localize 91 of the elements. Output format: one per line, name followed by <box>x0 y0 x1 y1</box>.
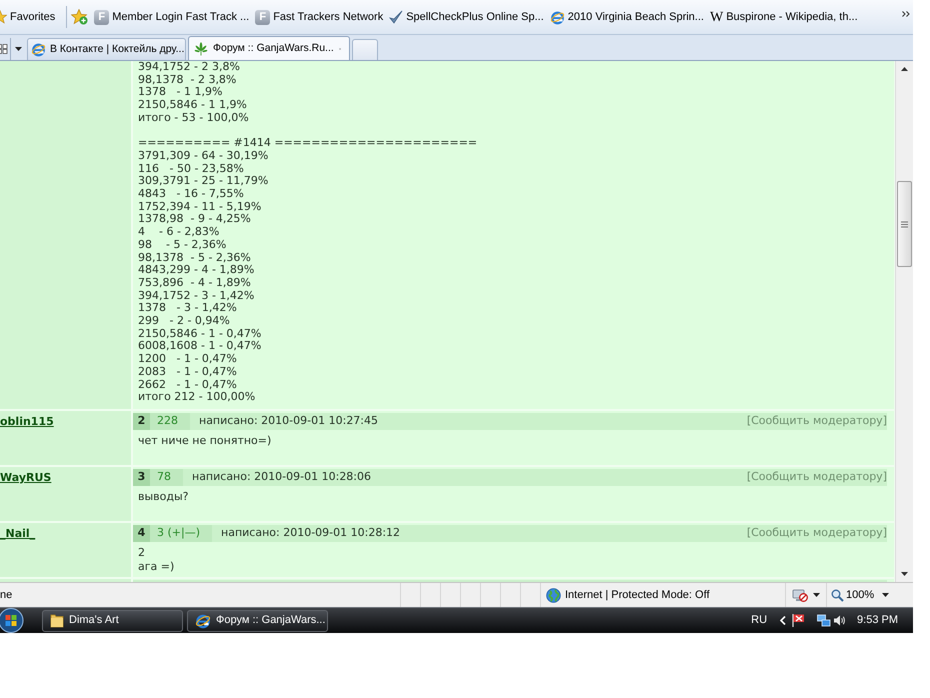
tally-line: 6008,1608 - 1 - 0,47% <box>138 340 262 354</box>
browser-icon <box>31 42 46 57</box>
author-link[interactable]: oblin115 <box>0 415 54 428</box>
popup-blocker-button[interactable] <box>792 587 808 603</box>
tally-line: 98 - 5 - 2,36% <box>138 238 226 252</box>
grip-icon <box>901 220 908 228</box>
post-rating: 78 <box>150 469 183 486</box>
author-link[interactable]: WayRUS <box>0 471 52 484</box>
browser-icon <box>550 10 565 24</box>
letter-tile-icon: F <box>255 10 270 24</box>
post-text: выводы? <box>138 490 189 504</box>
tally-line: 4843,299 - 4 - 1,89% <box>138 264 254 277</box>
star-plus-icon <box>71 9 88 25</box>
tally-line: 299 - 2 - 0,94% <box>138 315 230 328</box>
tally-line: 116 - 50 - 23,58% <box>138 162 244 176</box>
tally-line: 98,1378 - 5 - 2,36% <box>138 252 251 264</box>
post-date: написано: 2010-09-01 10:28:12 <box>221 525 400 542</box>
zone-text: Internet | Protected Mode: Off <box>565 588 710 603</box>
blocked-screen-icon <box>792 587 808 603</box>
zoom-button[interactable]: 100% <box>831 586 874 604</box>
tally-line: 2150,5846 - 1 1,9% <box>138 99 247 112</box>
checkmark-icon <box>389 10 404 24</box>
leaf-icon <box>194 42 208 56</box>
tally-line: 1200 - 1 - 0,47% <box>138 353 237 366</box>
zoom-menu-button[interactable] <box>882 593 890 597</box>
letter-tile-icon: F <box>94 10 110 24</box>
tally-line: 1378 - 3 - 1,42% <box>138 302 237 316</box>
popup-menu-button[interactable] <box>813 593 820 597</box>
post-text: чет ниче не понятно=) <box>138 434 272 448</box>
post-number: 4 <box>133 525 150 542</box>
chevron-left-icon <box>780 616 786 625</box>
tally-line: 394,1752 - 2 3,8% <box>138 61 240 74</box>
post-number: 2 <box>133 413 150 430</box>
browser-tab[interactable]: В Контакте | Коктейль дру... <box>27 38 186 60</box>
post-text: ага =) <box>138 560 174 574</box>
flag-icon[interactable] <box>791 613 806 628</box>
post-rating: 3 (+|—) <box>150 525 212 542</box>
triangle-down-icon <box>901 572 908 576</box>
taskbar-button[interactable]: Форум :: GanjaWars... <box>187 610 328 632</box>
start-orb-icon <box>0 608 26 633</box>
network-icon[interactable] <box>817 614 832 628</box>
post-text: 2 <box>138 546 145 560</box>
tally-line: 1378 - 1 1,9% <box>138 86 222 100</box>
grid-icon <box>0 44 8 54</box>
browser-tab[interactable]: Форум :: GanjaWars.Ru... <box>188 36 350 60</box>
tally-line: 2662 - 1 - 0,47% <box>138 378 237 392</box>
post-number: 3 <box>133 469 150 486</box>
author-link[interactable]: _Nail_ <box>0 527 36 540</box>
show-hidden-icons-button[interactable] <box>780 616 786 625</box>
tally-line: 2150,5846 - 1 - 0,47% <box>138 328 262 340</box>
favorite-link[interactable]: 2010 Virginia Beach Sprin... <box>550 6 704 28</box>
clock-text[interactable]: 9:53 PM <box>857 612 898 629</box>
triangle-up-icon <box>901 67 908 71</box>
tally-line: 3791,309 - 64 - 30,19% <box>138 150 268 163</box>
favorite-link[interactable]: SpellCheckPlus Online Sp... <box>389 6 544 28</box>
tally-line: итого - 53 - 100,0% <box>138 112 249 125</box>
browser-icon <box>195 612 211 628</box>
taskbar-button[interactable]: Dima's Art <box>42 610 183 632</box>
favorite-link[interactable]: F Member Login Fast Track ... <box>94 6 250 28</box>
tally-line: 309,3791 - 25 - 11,79% <box>138 175 268 188</box>
more-favorites-button[interactable] <box>902 10 910 18</box>
tally-line: 98,1378 - 2 3,8% <box>138 74 236 86</box>
caret-icon <box>882 593 890 597</box>
tally-line: 1752,394 - 11 - 5,19% <box>138 200 262 214</box>
caret-icon <box>813 593 820 597</box>
favorite-link[interactable]: W Buspirone - Wikipedia, th... <box>710 6 858 28</box>
zoom-icon <box>831 588 844 602</box>
speaker-icon[interactable] <box>833 614 846 627</box>
post-date: написано: 2010-09-01 10:27:45 <box>199 413 378 430</box>
tally-line: ========== #1414 ====================== <box>138 137 478 150</box>
tally-line: 4 - 6 - 2,83% <box>138 226 220 239</box>
tally-line: 2083 - 1 - 0,47% <box>138 366 237 379</box>
chevrons-icon <box>902 11 910 17</box>
status-text: ne <box>0 588 14 603</box>
tally-line: 394,1752 - 3 - 1,42% <box>138 290 254 302</box>
tally-line: итого 212 - 100,00% <box>138 391 256 404</box>
quick-tabs-button[interactable] <box>0 38 11 60</box>
post-date: написано: 2010-09-01 10:28:06 <box>192 469 372 486</box>
folder-icon <box>50 613 64 628</box>
favorite-link[interactable]: F Fast Trackers Network <box>255 6 384 28</box>
tally-line: 1378,98 - 9 - 4,25% <box>138 213 251 226</box>
language-button[interactable]: RU <box>751 612 768 629</box>
letter-icon: W <box>710 10 724 24</box>
scrollbar-thumb[interactable] <box>897 181 912 267</box>
post-rating: 228 <box>150 413 190 430</box>
favorites-button[interactable]: Favorites <box>0 6 60 28</box>
caret-icon <box>15 47 22 51</box>
tally-line: 753,896 - 4 - 1,89% <box>138 276 251 290</box>
star-icon <box>0 10 7 24</box>
globe-icon <box>546 588 561 602</box>
tally-line: 4843 - 16 - 7,55% <box>138 188 244 201</box>
